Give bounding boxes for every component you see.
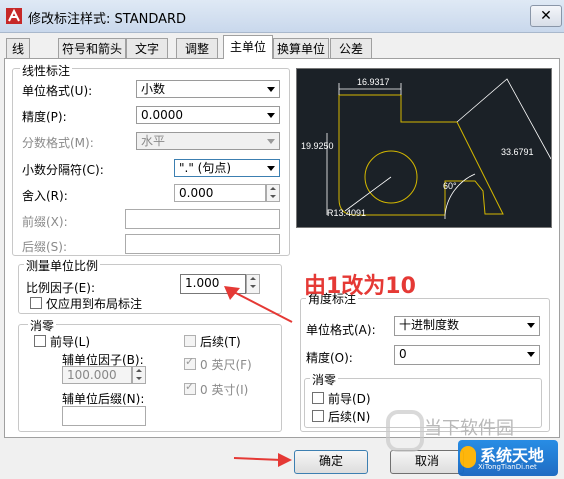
chevron-down-icon (267, 113, 275, 118)
close-icon: ✕ (540, 8, 552, 24)
angular-zero-title: 消零 (310, 371, 339, 388)
close-button[interactable]: ✕ (530, 5, 562, 27)
prefix-label: 前缀(X): (22, 215, 68, 229)
sub-unit-suffix-label: 辅单位后缀(N): (62, 392, 145, 406)
precision-label: 精度(P): (22, 110, 67, 124)
fraction-format-label: 分数格式(M): (22, 136, 94, 150)
preview-drawing: 16.9317 19.9250 33.6791 60° R13.4091 (301, 77, 552, 219)
decimal-separator-select[interactable]: "." (句点) (174, 159, 280, 177)
chevron-down-icon (267, 87, 275, 92)
decimal-separator-label: 小数分隔符(C): (22, 163, 104, 177)
tab-primary-units[interactable]: 主单位 (223, 35, 273, 59)
cancel-button[interactable]: 取消 (390, 450, 464, 474)
round-off-input[interactable]: 0.000 (174, 184, 266, 202)
round-off-label: 舍入(R): (22, 189, 68, 203)
linear-group-title: 线性标注 (20, 62, 73, 79)
preview-dim-left: 19.9250 (301, 141, 334, 151)
unit-format-select[interactable]: 小数 (136, 80, 280, 98)
sub-unit-factor-spinner[interactable] (132, 366, 146, 384)
window-title: 修改标注样式: STANDARD (28, 12, 187, 27)
zero-feet-checkbox[interactable] (184, 355, 196, 370)
chevron-down-icon (527, 352, 535, 357)
tab-symbols-arrows[interactable]: 符号和箭头 (58, 38, 126, 59)
angular-trailing-checkbox[interactable] (312, 410, 324, 422)
angular-precision-select[interactable]: 0 (394, 345, 540, 365)
tab-fit[interactable]: 调整 (176, 38, 218, 59)
tab-text[interactable]: 文字 (126, 38, 168, 59)
zero-inches-label: 0 英寸(I) (200, 383, 249, 397)
sub-unit-suffix-input[interactable] (62, 406, 146, 426)
annotation-text: 由1改为10 (304, 274, 416, 299)
autocad-logo-icon (6, 8, 22, 24)
watermark-site1: 当下软件园 (424, 418, 514, 439)
angular-trailing-label: 后续(N) (328, 410, 371, 424)
chevron-down-icon (267, 166, 275, 171)
trailing-zero-checkbox[interactable] (184, 335, 196, 347)
chevron-down-icon (527, 323, 535, 328)
chevron-down-icon (267, 139, 275, 144)
suffix-label: 后缀(S): (22, 240, 68, 254)
zero-group-title: 消零 (28, 317, 57, 334)
watermark-site2-url: XiTongTianDi.net (478, 463, 537, 471)
sub-unit-factor-input[interactable]: 100.000 (62, 366, 132, 384)
layout-only-checkbox[interactable] (30, 297, 42, 309)
round-off-spinner[interactable] (266, 184, 280, 202)
angular-leading-label: 前导(D) (328, 392, 371, 406)
tab-lines[interactable]: 线 (6, 38, 30, 59)
annotation-arrow-icon (224, 286, 293, 323)
zero-feet-label: 0 英尺(F) (200, 358, 252, 372)
watermark-badge-icon (460, 446, 476, 468)
measurement-group-title: 测量单位比例 (24, 257, 101, 274)
preview-angle: 60° (443, 181, 457, 191)
preview-dim-right: 33.6791 (501, 147, 534, 157)
tab-alternate-units[interactable]: 换算单位 (273, 38, 329, 59)
precision-select[interactable]: 0.0000 (136, 106, 280, 124)
prefix-input[interactable] (125, 209, 280, 229)
preview-radius: R13.4091 (327, 208, 366, 218)
tab-tolerances[interactable]: 公差 (330, 38, 372, 59)
fraction-format-select[interactable]: 水平 (136, 132, 280, 150)
title-bar: 修改标注样式: STANDARD ✕ (0, 0, 564, 33)
watermark-badge: 系统天地 XiTongTianDi.net (458, 440, 558, 476)
ok-button[interactable]: 确定 (294, 450, 368, 474)
watermark-logo-icon (386, 410, 424, 452)
suffix-input[interactable] (125, 234, 280, 254)
ok-arrow-icon (233, 453, 292, 467)
angular-unit-format-label: 单位格式(A): (306, 323, 376, 337)
zero-inches-checkbox[interactable] (184, 380, 196, 395)
angular-unit-format-select[interactable]: 十进制度数 (394, 316, 540, 336)
scale-factor-label: 比例因子(E): (26, 281, 95, 295)
unit-format-label: 单位格式(U): (22, 84, 93, 98)
dimension-preview: 16.9317 19.9250 33.6791 60° R13.4091 (296, 68, 552, 228)
angular-precision-label: 精度(O): (306, 351, 353, 365)
angular-leading-checkbox[interactable] (312, 392, 324, 404)
layout-only-label: 仅应用到布局标注 (46, 297, 143, 311)
leading-zero-label: 前导(L) (50, 335, 91, 349)
leading-zero-checkbox[interactable] (34, 335, 46, 347)
preview-dim-top: 16.9317 (357, 77, 390, 87)
